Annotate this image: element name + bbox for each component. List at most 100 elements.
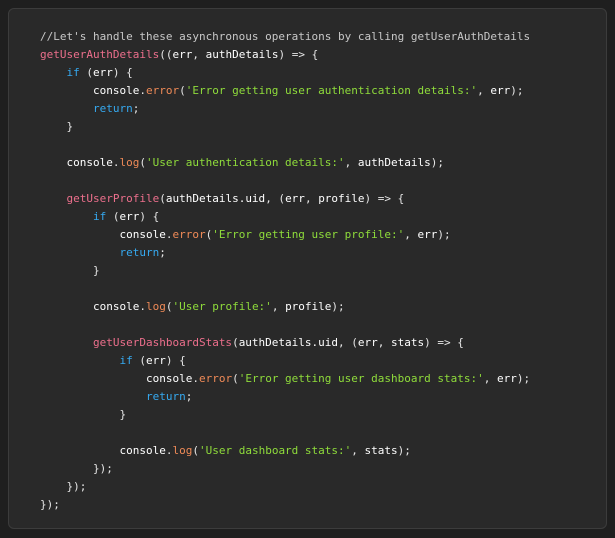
code-token: , <box>377 336 392 349</box>
code-line: console.error('Error getting user dashbo… <box>40 370 530 388</box>
code-token: ( <box>179 84 186 97</box>
code-token: authDetails.uid <box>165 192 266 205</box>
code-token: ) => { <box>364 192 405 205</box>
code-token: err <box>490 84 511 97</box>
code-token: profile <box>318 192 365 205</box>
code-token: 'User profile:' <box>172 300 272 313</box>
code-line: console.log('User authentication details… <box>40 154 530 172</box>
code-token: return <box>92 102 133 115</box>
code-token: if <box>119 354 133 367</box>
code-token: 'Error getting user profile:' <box>212 228 405 241</box>
code-token: } <box>40 120 74 133</box>
code-token: , ( <box>338 336 358 349</box>
page: //Let's handle these asynchronous operat… <box>0 0 615 538</box>
code-token: ( <box>106 210 120 223</box>
code-token: stats <box>364 444 398 457</box>
code-token: return <box>119 246 160 259</box>
code-token: authDetails.uid <box>238 336 339 349</box>
code-line: if (err) { <box>40 352 530 370</box>
code-line: } <box>40 406 530 424</box>
code-line: }); <box>40 478 530 496</box>
code-line: console.error('Error getting user authen… <box>40 82 530 100</box>
code-token: getUserDashboardStats <box>92 336 233 349</box>
code-token: err <box>417 228 438 241</box>
code-token: getUserAuthDetails <box>40 48 160 61</box>
code-block: //Let's handle these asynchronous operat… <box>8 8 607 529</box>
code-token: err <box>145 354 166 367</box>
code-token: , <box>192 48 206 61</box>
code-token: 'User dashboard stats:' <box>198 444 352 457</box>
code-token: log <box>145 300 166 313</box>
code-token: stats <box>391 336 425 349</box>
code-token: 'Error getting user dashboard stats:' <box>238 372 484 385</box>
code-token: profile <box>285 300 332 313</box>
code-token: ) { <box>112 66 133 79</box>
code-token: console <box>119 228 166 241</box>
code-token: ( <box>159 192 166 205</box>
code-token: authDetails <box>357 156 431 169</box>
code-token: . <box>139 84 146 97</box>
code-token: ); <box>437 228 451 241</box>
code-line: } <box>40 262 530 280</box>
code-token: ); <box>510 84 524 97</box>
code-token: if <box>66 66 80 79</box>
code-token: ) { <box>139 210 160 223</box>
code-token: log <box>119 156 140 169</box>
code-content: //Let's handle these asynchronous operat… <box>40 28 530 514</box>
code-token: return <box>145 390 186 403</box>
code-token: error <box>198 372 233 385</box>
code-token: authDetails <box>205 48 279 61</box>
code-token: getUserProfile <box>66 192 160 205</box>
code-token: console <box>66 156 113 169</box>
code-token: }); <box>40 480 87 493</box>
code-token: (( <box>159 48 173 61</box>
code-line: console.log('User dashboard stats:', sta… <box>40 442 530 460</box>
code-line: if (err) { <box>40 208 530 226</box>
code-token: console <box>92 84 140 97</box>
code-token: err <box>93 66 113 79</box>
code-token: log <box>172 444 193 457</box>
code-token: ) { <box>165 354 186 367</box>
code-token: ) => { <box>424 336 464 349</box>
code-token: 'User authentication details:' <box>145 156 345 169</box>
code-line: getUserAuthDetails((err, authDetails) =>… <box>40 46 530 64</box>
code-line: return; <box>40 244 530 262</box>
code-token: err <box>172 48 193 61</box>
code-token: ); <box>516 372 531 385</box>
code-line: return; <box>40 388 530 406</box>
code-token: ( <box>192 444 199 457</box>
code-token: err <box>357 336 378 349</box>
code-token: ( <box>79 66 93 79</box>
code-token: if <box>92 210 107 223</box>
code-token: , <box>304 192 319 205</box>
code-token: , ( <box>265 192 286 205</box>
code-token: console <box>119 444 166 457</box>
code-token: . <box>192 372 199 385</box>
code-token: , <box>271 300 286 313</box>
code-token: } <box>40 264 100 277</box>
code-token: , <box>404 228 418 241</box>
code-line: console.error('Error getting user profil… <box>40 226 530 244</box>
code-line: getUserDashboardStats(authDetails.uid, (… <box>40 334 530 352</box>
code-token: console <box>145 372 193 385</box>
code-token: ; <box>132 102 140 115</box>
code-token: //Let's handle these asynchronous operat… <box>40 30 531 43</box>
code-token: err <box>285 192 305 205</box>
code-token: error <box>145 84 180 97</box>
code-token: }); <box>40 462 113 475</box>
code-line: return; <box>40 100 530 118</box>
